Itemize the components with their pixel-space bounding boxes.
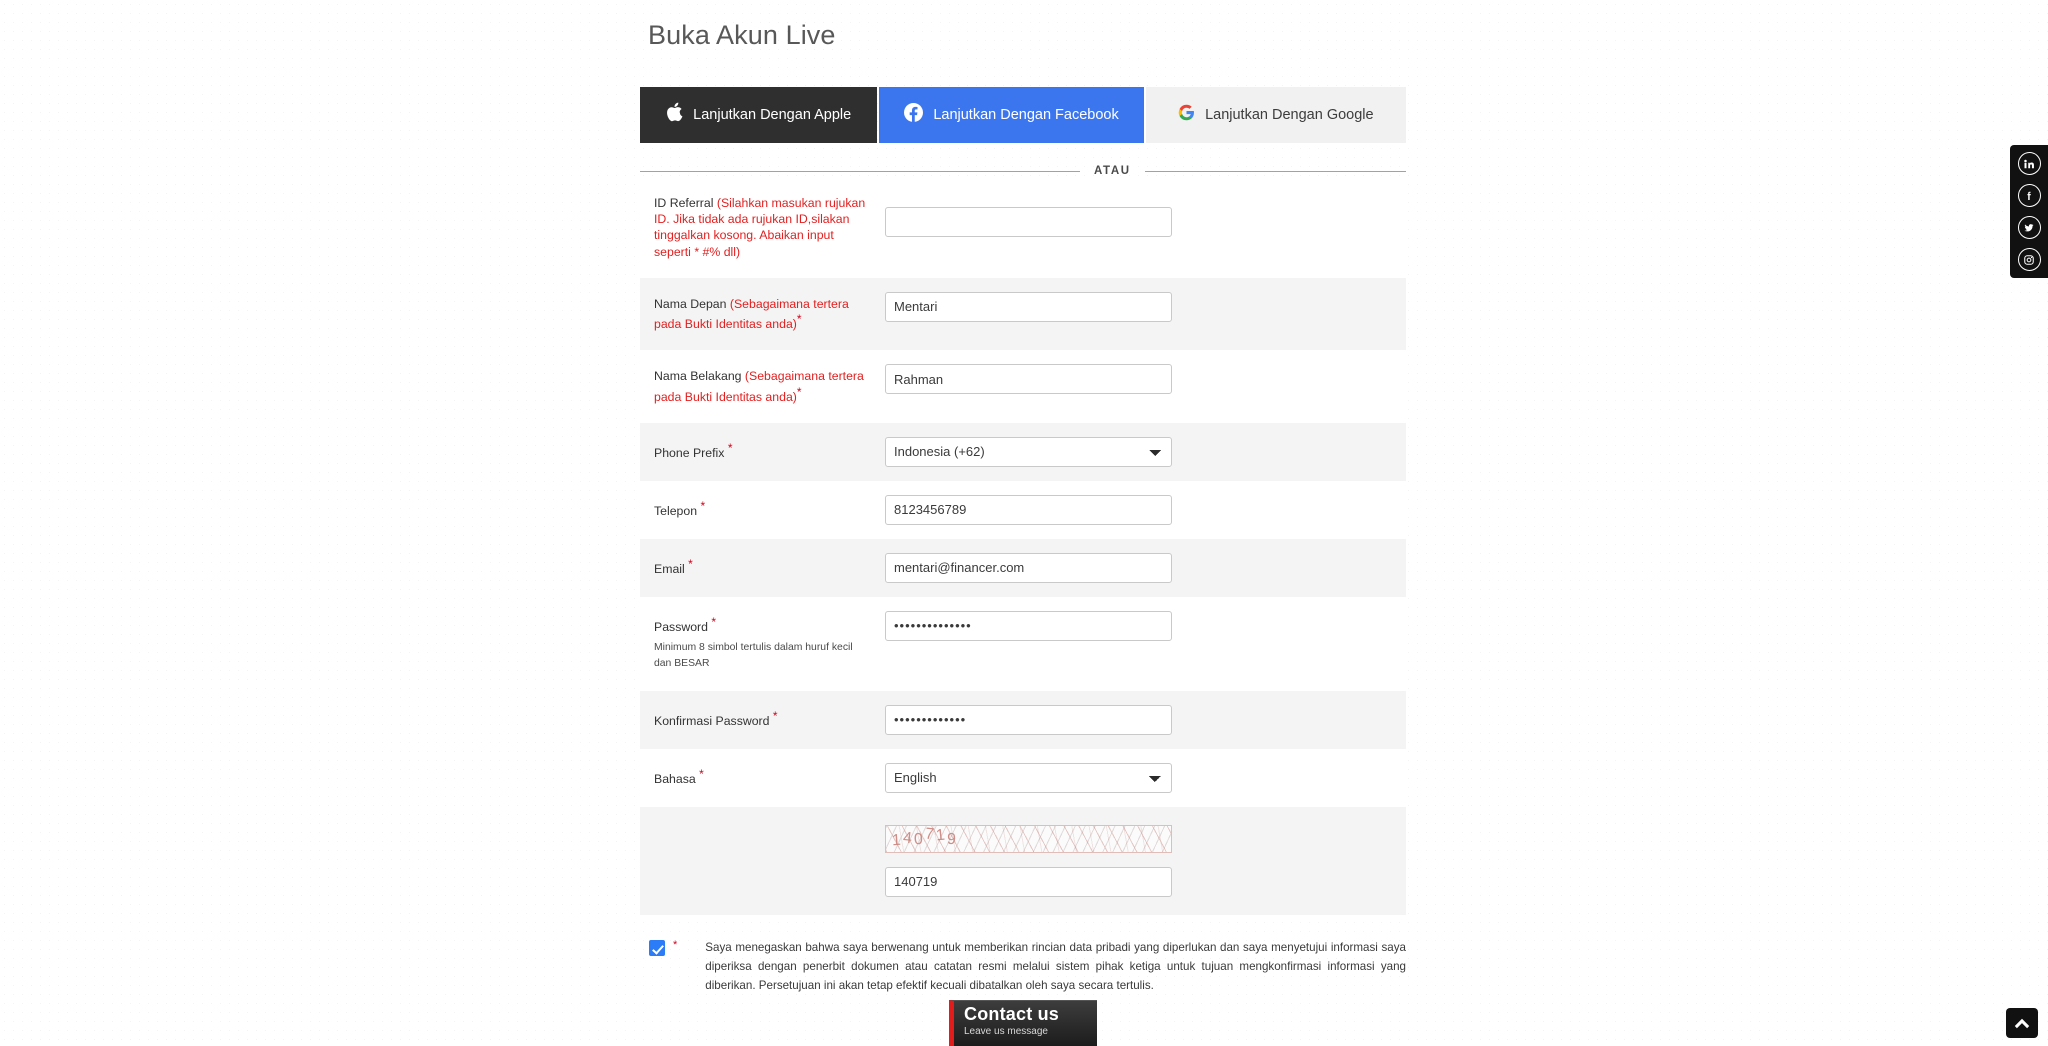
divider-line-left xyxy=(640,170,1080,172)
password-input[interactable] xyxy=(885,610,1172,641)
referral-input[interactable] xyxy=(885,207,1172,237)
captcha-input[interactable] xyxy=(885,866,1172,897)
form-row-phone: Telepon * xyxy=(640,480,1406,539)
form-row-last-name: Nama Belakang (Sebagaimana tertera pada … xyxy=(640,350,1406,423)
required-marker: * xyxy=(727,440,733,455)
continue-with-apple-label: Lanjutkan Dengan Apple xyxy=(693,106,852,123)
linkedin-icon[interactable] xyxy=(2017,152,2041,175)
required-marker: * xyxy=(796,384,802,399)
email-label-main: Email xyxy=(654,562,685,577)
terms-checkbox[interactable] xyxy=(649,940,665,956)
form-row-first-name: Nama Depan (Sebagaimana tertera pada Buk… xyxy=(640,277,1406,351)
last-name-label-main: Nama Belakang xyxy=(654,369,745,384)
google-icon xyxy=(1178,104,1195,126)
first-name-label: Nama Depan (Sebagaimana tertera pada Buk… xyxy=(640,278,885,351)
contact-us-subtitle: Leave us message xyxy=(964,1025,1048,1037)
form-row-phone-prefix: Phone Prefix * Indonesia (+62) xyxy=(640,422,1406,481)
phone-prefix-select[interactable]: Indonesia (+62) xyxy=(885,436,1172,467)
last-name-label: Nama Belakang (Sebagaimana tertera pada … xyxy=(640,350,885,423)
facebook-icon[interactable] xyxy=(2017,184,2041,207)
confirm-password-label: Konfirmasi Password * xyxy=(640,691,885,747)
divider: ATAU xyxy=(640,160,1406,182)
captcha-image[interactable]: 140719 xyxy=(885,824,1172,853)
continue-with-facebook-button[interactable]: Lanjutkan Dengan Facebook xyxy=(879,87,1144,143)
required-marker: * xyxy=(711,614,717,629)
phone-label-main: Telepon xyxy=(654,504,698,519)
language-label-main: Bahasa xyxy=(654,771,696,786)
confirm-password-label-main: Konfirmasi Password xyxy=(654,713,770,728)
phone-input[interactable] xyxy=(885,494,1172,525)
scroll-to-top-button[interactable] xyxy=(2006,1008,2038,1038)
referral-label: ID Referral (Silahkan masukan rujukan ID… xyxy=(640,183,885,278)
continue-with-google-button[interactable]: Lanjutkan Dengan Google xyxy=(1145,87,1406,143)
twitter-icon[interactable] xyxy=(2017,216,2041,239)
confirm-password-input[interactable] xyxy=(885,704,1172,735)
social-login-row: Lanjutkan Dengan Apple Lanjutkan Dengan … xyxy=(640,87,1406,143)
facebook-icon xyxy=(904,102,924,127)
required-marker: * xyxy=(688,556,693,571)
divider-line-right xyxy=(1144,170,1406,172)
required-marker: * xyxy=(699,766,704,781)
signup-page: Buka Akun Live Lanjutkan Dengan Apple La… xyxy=(0,0,2048,1046)
apple-icon xyxy=(666,102,683,127)
password-label: Password * Minimum 8 simbol tertulis dal… xyxy=(640,597,885,691)
phone-prefix-label: Phone Prefix * xyxy=(640,423,885,479)
continue-with-google-label: Lanjutkan Dengan Google xyxy=(1205,106,1374,123)
email-label: Email * xyxy=(640,539,885,595)
referral-label-main: ID Referral xyxy=(654,196,717,210)
form-row-confirm-password: Konfirmasi Password * xyxy=(640,690,1406,749)
continue-with-apple-button[interactable]: Lanjutkan Dengan Apple xyxy=(640,87,878,143)
first-name-input[interactable] xyxy=(885,291,1172,322)
phone-prefix-label-main: Phone Prefix xyxy=(654,446,725,461)
instagram-icon[interactable] xyxy=(2017,248,2041,271)
form-row-language: Bahasa * English xyxy=(640,748,1406,807)
terms-text: Saya menegaskan bahwa saya berwenang unt… xyxy=(705,941,1406,993)
registration-form: ID Referral (Silahkan masukan rujukan ID… xyxy=(640,183,1406,915)
form-row-captcha: 140719 xyxy=(640,806,1406,915)
required-marker: * xyxy=(673,939,678,951)
form-row-referral: ID Referral (Silahkan masukan rujukan ID… xyxy=(640,183,1406,278)
email-input[interactable] xyxy=(885,552,1172,583)
password-label-main: Password xyxy=(654,620,708,635)
contact-us-widget[interactable]: Contact us Leave us message xyxy=(949,1000,1097,1046)
required-marker: * xyxy=(772,708,778,723)
last-name-input[interactable] xyxy=(885,364,1172,395)
form-row-password: Password * Minimum 8 simbol tertulis dal… xyxy=(640,596,1406,691)
phone-label: Telepon * xyxy=(640,481,885,537)
first-name-label-main: Nama Depan xyxy=(654,296,730,311)
contact-us-title: Contact us xyxy=(964,1004,1060,1024)
continue-with-facebook-label: Lanjutkan Dengan Facebook xyxy=(933,106,1119,123)
form-row-email: Email * xyxy=(640,538,1406,597)
page-title: Buka Akun Live xyxy=(648,20,836,50)
captcha-label xyxy=(640,807,885,843)
required-marker: * xyxy=(700,498,706,513)
terms-consent: * Saya menegaskan bahwa saya berwenang u… xyxy=(640,938,1406,995)
captcha-noise xyxy=(886,825,1171,852)
language-label: Bahasa * xyxy=(640,749,885,805)
password-hint: Minimum 8 simbol tertulis dalam huruf ke… xyxy=(654,642,853,670)
required-marker: * xyxy=(796,312,802,327)
social-rail xyxy=(2010,145,2048,278)
language-select[interactable]: English xyxy=(885,762,1172,793)
divider-label: ATAU xyxy=(1094,165,1131,177)
chevron-up-icon xyxy=(2014,1018,2030,1029)
